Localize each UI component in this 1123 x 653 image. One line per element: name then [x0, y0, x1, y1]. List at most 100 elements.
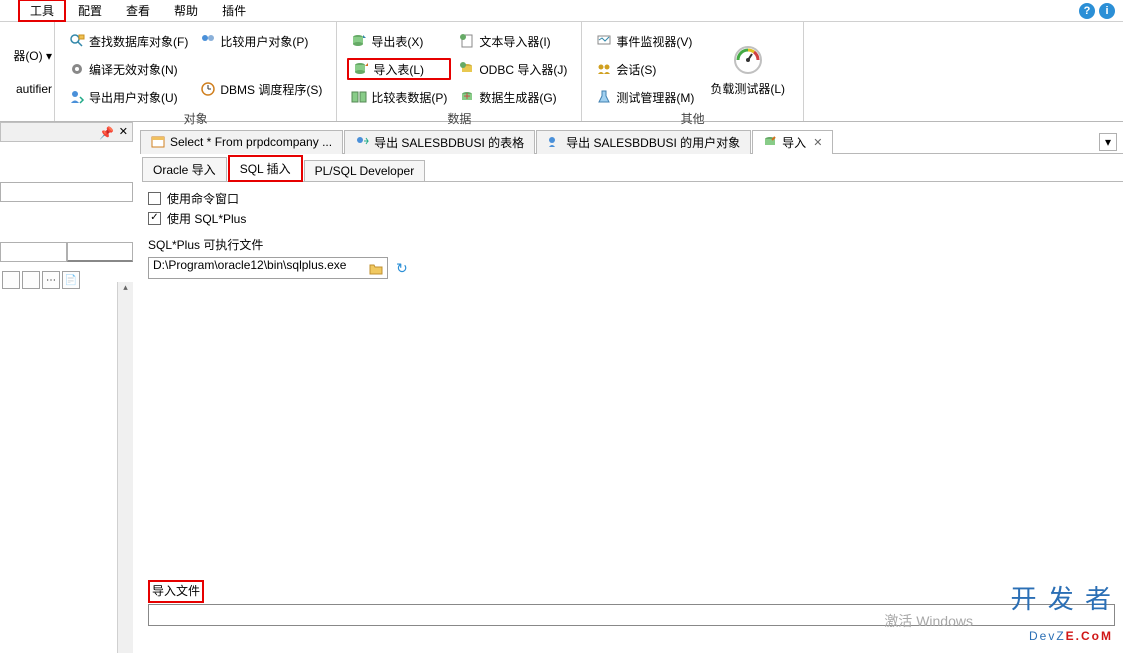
- import-options: 使用命令窗口 ✓ 使用 SQL*Plus SQL*Plus 可执行文件 D:\P…: [148, 188, 1115, 279]
- odbc-icon: [459, 61, 475, 77]
- test-manager-label: 测试管理器(M): [616, 89, 694, 106]
- odbc-importer-label: ODBC 导入器(J): [479, 61, 567, 78]
- use-sqlplus-label: 使用 SQL*Plus: [167, 210, 246, 227]
- monitor-icon: [596, 33, 612, 49]
- compare-user-obj-button[interactable]: 比较用户对象(P): [196, 30, 326, 52]
- doc-tab-import-label: 导入: [782, 134, 806, 151]
- compare-table-icon: [351, 89, 367, 105]
- import-table-label: 导入表(L): [373, 61, 424, 78]
- left-panel-header: 📌 ✕: [0, 122, 133, 142]
- use-sqlplus-checkbox[interactable]: ✓: [148, 212, 161, 225]
- export-table-button[interactable]: 导出表(X): [347, 30, 451, 52]
- doc-tab-sql-label: Select * From prpdcompany ...: [170, 135, 332, 149]
- load-tester-label: 负载测试器(L): [710, 80, 785, 97]
- session-icon: [596, 61, 612, 77]
- left-toolbar: ⋯ 📄: [0, 270, 133, 290]
- left-tool-more[interactable]: ⋯: [42, 271, 60, 289]
- data-generator-button[interactable]: + 数据生成器(G): [455, 86, 571, 108]
- left-tool-2[interactable]: [22, 271, 40, 289]
- menu-plugin[interactable]: 插件: [210, 0, 258, 22]
- use-cmd-window-row[interactable]: 使用命令窗口: [148, 188, 1115, 208]
- info-icon[interactable]: i: [1099, 3, 1115, 19]
- watermark: 激活 Windows 开 发 者 DevZE.CoM: [1011, 579, 1113, 647]
- scroll-up-icon[interactable]: ▴: [118, 282, 133, 298]
- compare-table-data-label: 比较表数据(P): [371, 89, 447, 106]
- doc-tab-sql[interactable]: Select * From prpdcompany ...: [140, 130, 343, 154]
- close-panel-icon[interactable]: ✕: [119, 125, 128, 138]
- doc-tab-import[interactable]: 导入 ✕: [752, 130, 833, 154]
- use-cmd-window-checkbox[interactable]: [148, 192, 161, 205]
- export-user-obj-button[interactable]: 导出用户对象(U): [65, 86, 192, 108]
- left-tab-1[interactable]: [0, 242, 67, 262]
- sectab-oracle-import[interactable]: Oracle 导入: [142, 157, 227, 181]
- sectab-sql-insert[interactable]: SQL 插入: [228, 155, 303, 182]
- import-method-tabs: Oracle 导入 SQL 插入 PL/SQL Developer: [142, 160, 1123, 182]
- trunc-label-1[interactable]: 器(O) ▾: [13, 47, 52, 64]
- doc-tab-export-userobj-label: 导出 SALESBDBUSI 的用户对象: [566, 134, 740, 151]
- text-importer-button[interactable]: 文本导入器(I): [455, 30, 571, 52]
- load-tester-button[interactable]: 负载测试器(L): [700, 26, 795, 108]
- import-file-label: 导入文件: [148, 580, 204, 603]
- sectab-plsql-developer[interactable]: PL/SQL Developer: [304, 160, 426, 181]
- sqlplus-path-value: D:\Program\oracle12\bin\sqlplus.exe: [153, 258, 346, 272]
- menu-tools[interactable]: 工具: [18, 0, 66, 22]
- export-table-label: 导出表(X): [371, 33, 423, 50]
- trunc-label-2: autifier: [16, 82, 52, 96]
- ribbon-group-data: 导出表(X) 导入表(L) 比较表数据(P) 文本导入器(I): [337, 22, 582, 121]
- dbms-scheduler-label: DBMS 调度程序(S): [220, 81, 322, 98]
- doc-tab-export-tables[interactable]: 导出 SALESBDBUSI 的表格: [344, 130, 535, 154]
- use-sqlplus-row[interactable]: ✓ 使用 SQL*Plus: [148, 208, 1115, 228]
- browse-folder-icon[interactable]: [368, 261, 384, 277]
- menu-config[interactable]: 配置: [66, 0, 114, 22]
- dbms-scheduler-button[interactable]: DBMS 调度程序(S): [196, 78, 326, 100]
- odbc-importer-button[interactable]: ODBC 导入器(J): [455, 58, 571, 80]
- left-tab-2[interactable]: [67, 242, 134, 262]
- compile-invalid-button[interactable]: 编译无效对象(N): [65, 58, 192, 80]
- svg-text:+: +: [464, 89, 471, 103]
- import-icon: [763, 135, 777, 149]
- gear-icon: [69, 61, 85, 77]
- close-tab-icon[interactable]: ✕: [813, 136, 822, 149]
- doc-tab-export-tables-label: 导出 SALESBDBUSI 的表格: [374, 134, 524, 151]
- export-user-icon: [547, 135, 561, 149]
- left-tool-1[interactable]: [2, 271, 20, 289]
- pin-icon[interactable]: 📌: [99, 126, 114, 140]
- tabstrip-expand-button[interactable]: ▾: [1099, 133, 1117, 151]
- gauge-icon: [732, 44, 764, 76]
- table-import-icon: [353, 61, 369, 77]
- group-title-data: 数据: [345, 108, 573, 127]
- group-title-other: 其他: [590, 108, 795, 127]
- test-manager-button[interactable]: 测试管理器(M): [592, 86, 698, 108]
- compile-invalid-label: 编译无效对象(N): [89, 61, 178, 78]
- test-icon: [596, 89, 612, 105]
- find-db-object-button[interactable]: 查找数据库对象(F): [65, 30, 192, 52]
- sqlplus-exec-label: SQL*Plus 可执行文件: [148, 236, 1115, 253]
- sqlplus-path-input[interactable]: D:\Program\oracle12\bin\sqlplus.exe: [148, 257, 388, 279]
- compare-user-obj-label: 比较用户对象(P): [220, 33, 308, 50]
- doc-tab-export-userobj[interactable]: 导出 SALESBDBUSI 的用户对象: [536, 130, 751, 154]
- text-import-icon: [459, 33, 475, 49]
- session-button[interactable]: 会话(S): [592, 58, 698, 80]
- use-cmd-window-label: 使用命令窗口: [167, 190, 239, 207]
- compare-table-data-button[interactable]: 比较表数据(P): [347, 86, 451, 108]
- activate-windows-text: 激活 Windows: [884, 611, 973, 631]
- ribbon-group-objects: 查找数据库对象(F) 编译无效对象(N) 导出用户对象(U) 比较用户对象(P): [55, 22, 337, 121]
- refresh-icon[interactable]: ↻: [396, 260, 408, 277]
- clock-icon: [200, 81, 216, 97]
- compare-users-icon: [200, 33, 216, 49]
- sql-window-icon: [151, 135, 165, 149]
- menu-help[interactable]: 帮助: [162, 0, 210, 22]
- brand-en: DevZE.CoM: [1011, 616, 1113, 647]
- ribbon-truncated-group: 器(O) ▾ autifier: [0, 22, 55, 121]
- ribbon-group-other: 事件监视器(V) 会话(S) 测试管理器(M) 负载测试器(L) 其他: [582, 22, 804, 121]
- left-scrollbar[interactable]: ▴: [117, 282, 133, 653]
- export-icon: [355, 135, 369, 149]
- event-monitor-button[interactable]: 事件监视器(V): [592, 30, 698, 52]
- import-table-button[interactable]: 导入表(L): [347, 58, 451, 80]
- data-generator-label: 数据生成器(G): [479, 89, 556, 106]
- left-tool-doc[interactable]: 📄: [62, 271, 80, 289]
- help-icon[interactable]: ?: [1079, 3, 1095, 19]
- left-search-input[interactable]: [0, 182, 133, 202]
- menu-view[interactable]: 查看: [114, 0, 162, 22]
- event-monitor-label: 事件监视器(V): [616, 33, 692, 50]
